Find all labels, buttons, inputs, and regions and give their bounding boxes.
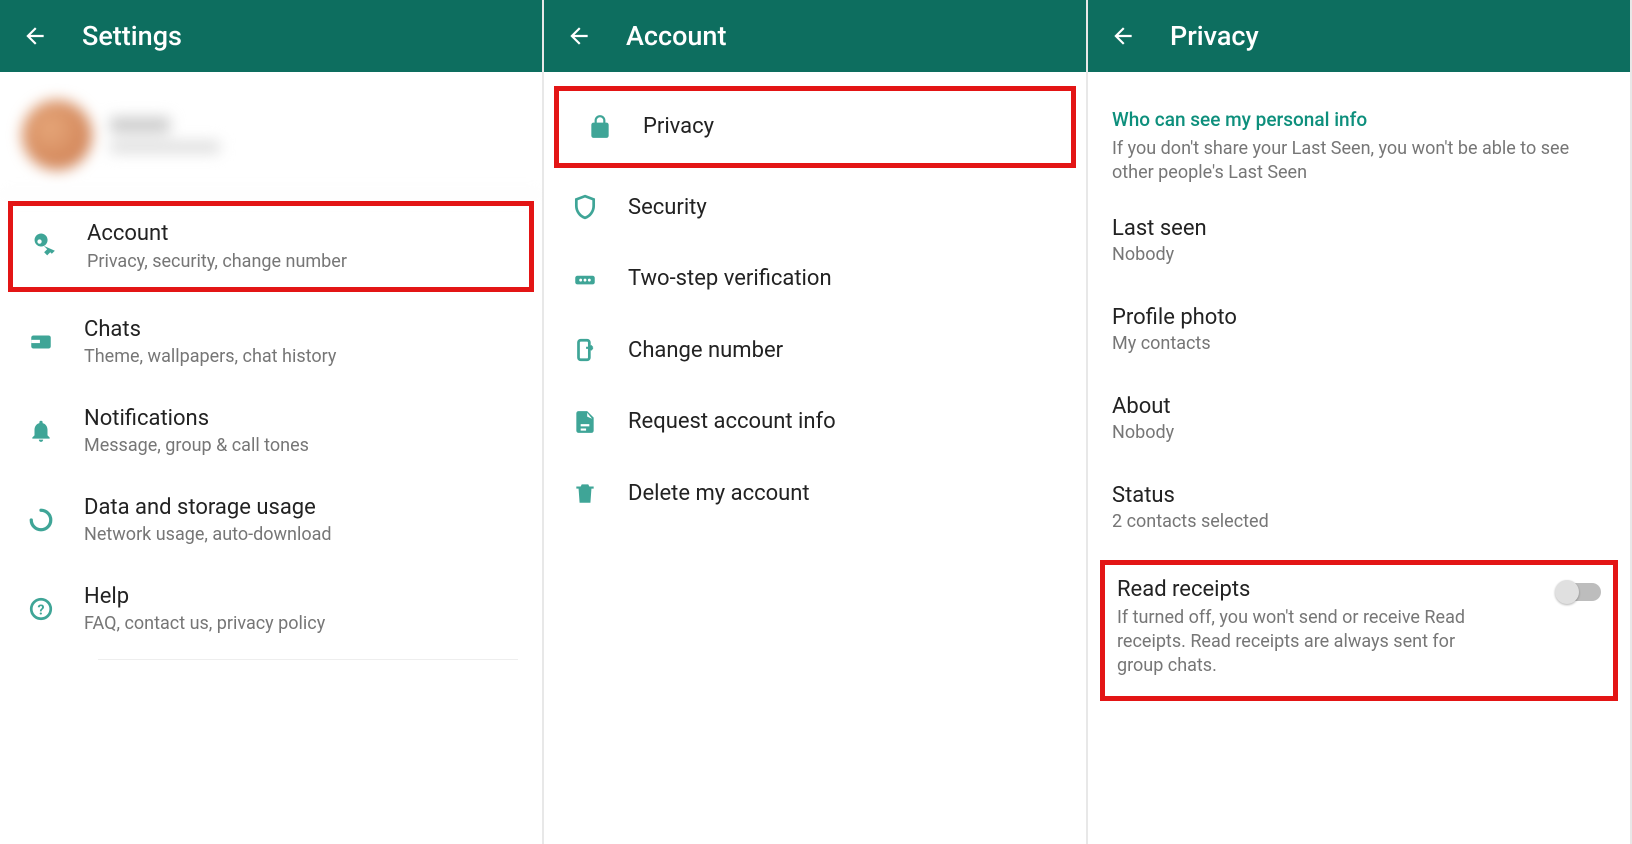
chat-icon [28,329,72,355]
chats-title: Chats [84,316,336,344]
requestinfo-label: Request account info [628,408,836,436]
security-label: Security [628,194,707,222]
lastseen-title: Last seen [1112,216,1606,241]
section-header: Who can see my personal info [1088,80,1630,137]
trash-icon [572,480,616,506]
privacy-title-header: Privacy [1170,20,1259,52]
lock-icon [587,114,631,140]
privacy-content: Who can see my personal info If you don'… [1088,72,1630,844]
settings-item-help[interactable]: ? Help FAQ, contact us, privacy policy [0,565,542,654]
privacy-item-lastseen[interactable]: Last seen Nobody [1088,196,1630,285]
help-icon: ? [28,596,72,622]
about-value: Nobody [1112,422,1606,443]
profile-row[interactable] [0,80,542,195]
back-arrow-icon[interactable] [22,23,48,49]
account-item-requestinfo[interactable]: Request account info [544,386,1086,458]
profilephoto-value: My contacts [1112,333,1606,354]
readreceipts-sub: If turned off, you won't send or receive… [1117,606,1497,679]
privacy-item-about[interactable]: About Nobody [1088,374,1630,463]
readreceipts-title: Read receipts [1117,577,1545,602]
document-icon [572,409,616,435]
data-sub: Network usage, auto-download [84,523,332,546]
back-arrow-icon[interactable] [1110,23,1136,49]
key-icon [31,233,75,259]
twostep-label: Two-step verification [628,265,832,293]
delete-label: Delete my account [628,480,810,508]
bell-icon [28,418,72,444]
password-icon [572,266,616,292]
account-sub: Privacy, security, change number [87,250,347,273]
settings-panel: Settings Account Privacy, security, chan… [0,0,544,844]
read-receipts-item[interactable]: Read receipts If turned off, you won't s… [1100,560,1618,702]
settings-content: Account Privacy, security, change number… [0,72,542,844]
data-usage-icon [28,507,72,533]
account-item-delete[interactable]: Delete my account [544,458,1086,530]
avatar [22,100,92,170]
changenumber-label: Change number [628,337,783,365]
settings-item-data[interactable]: Data and storage usage Network usage, au… [0,476,542,565]
account-item-twostep[interactable]: Two-step verification [544,243,1086,315]
help-sub: FAQ, contact us, privacy policy [84,612,325,635]
help-title: Help [84,583,325,611]
lastseen-value: Nobody [1112,244,1606,265]
account-title: Account [87,220,347,248]
notifications-sub: Message, group & call tones [84,434,309,457]
privacy-item-profilephoto[interactable]: Profile photo My contacts [1088,285,1630,374]
account-item-security[interactable]: Security [544,172,1086,244]
settings-item-notifications[interactable]: Notifications Message, group & call tone… [0,387,542,476]
privacy-label: Privacy [643,113,714,141]
svg-text:?: ? [37,602,44,618]
account-item-privacy[interactable]: Privacy [554,86,1076,168]
shield-icon [572,194,616,220]
privacy-panel: Privacy Who can see my personal info If … [1088,0,1632,844]
privacy-header: Privacy [1088,0,1630,72]
settings-item-account[interactable]: Account Privacy, security, change number [8,201,534,292]
settings-title: Settings [82,20,182,52]
readreceipts-toggle[interactable] [1557,583,1601,601]
toggle-knob [1555,580,1579,604]
data-title: Data and storage usage [84,494,332,522]
phone-transfer-icon [572,337,616,363]
profile-name [110,117,220,153]
account-title-header: Account [626,20,726,52]
about-title: About [1112,394,1606,419]
status-title: Status [1112,483,1606,508]
status-value: 2 contacts selected [1112,511,1606,532]
notifications-title: Notifications [84,405,309,433]
settings-header: Settings [0,0,542,72]
account-content: Privacy Security Two-step verification C… [544,72,1086,844]
settings-item-chats[interactable]: Chats Theme, wallpapers, chat history [0,298,542,387]
account-header: Account [544,0,1086,72]
account-item-changenumber[interactable]: Change number [544,315,1086,387]
section-sub: If you don't share your Last Seen, you w… [1088,137,1630,196]
account-panel: Account Privacy Security Two-step verifi… [544,0,1088,844]
chats-sub: Theme, wallpapers, chat history [84,345,336,368]
back-arrow-icon[interactable] [566,23,592,49]
privacy-item-status[interactable]: Status 2 contacts selected [1088,463,1630,552]
profilephoto-title: Profile photo [1112,305,1606,330]
